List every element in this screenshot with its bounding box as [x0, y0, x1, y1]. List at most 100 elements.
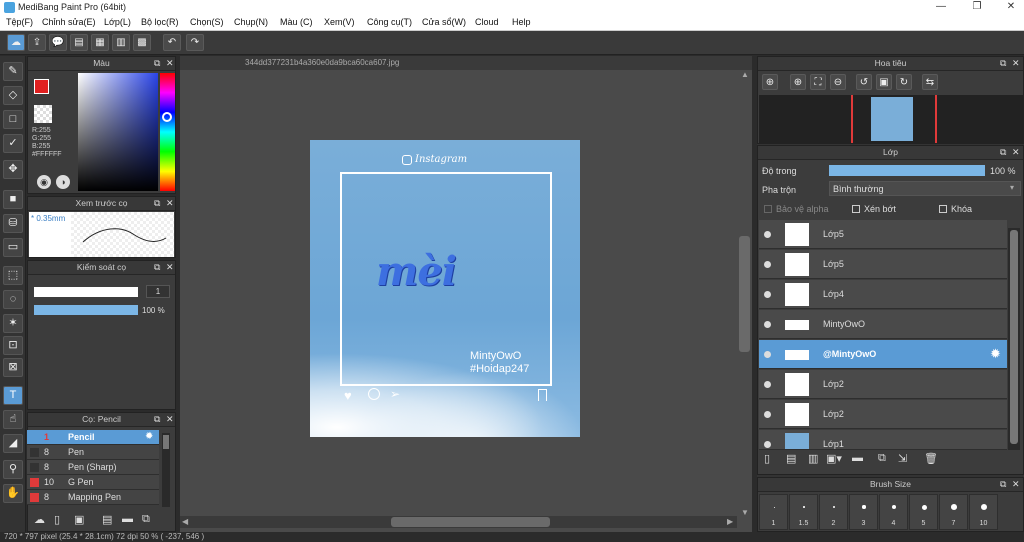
text-tool-icon[interactable]: T	[3, 386, 23, 405]
hue-handle[interactable]	[162, 112, 172, 122]
material-icon[interactable]: ▤	[70, 34, 88, 51]
panel-float-icon[interactable]: ⧉	[154, 198, 160, 209]
panel-float-icon[interactable]: ⧉	[154, 414, 160, 425]
eye-icon[interactable]	[764, 351, 771, 358]
brush-size-cell[interactable]: 5	[909, 494, 938, 530]
new-8bit-layer-icon[interactable]: ▥	[808, 452, 818, 465]
brush-cloud-icon[interactable]: ☁	[34, 513, 45, 526]
menu-edit[interactable]: Chỉnh sửa(E)	[42, 17, 96, 27]
zoom-in-alt-icon[interactable]: ⊕	[790, 74, 806, 90]
eye-icon[interactable]	[764, 291, 771, 298]
eye-icon[interactable]	[764, 441, 771, 448]
panel-close-icon[interactable]: ✕	[1012, 479, 1020, 490]
panel-close-icon[interactable]: ✕	[1012, 147, 1020, 158]
blend-mode-select[interactable]: Bình thường ▾	[829, 181, 1021, 196]
clipping-checkbox[interactable]	[852, 205, 860, 213]
new-brush-icon[interactable]: ▯	[54, 513, 60, 526]
eyedropper-tool-icon[interactable]: ⚲	[3, 460, 23, 479]
menu-select[interactable]: Chọn(S)	[190, 17, 224, 27]
layer-opacity-slider[interactable]	[829, 165, 985, 176]
gear-icon[interactable]: ✹	[990, 346, 1001, 362]
redo-icon[interactable]: ↷	[186, 34, 204, 51]
minimize-button[interactable]: —	[930, 1, 952, 14]
brush-size-input[interactable]: 1	[146, 285, 170, 298]
vertical-scrollbar-thumb[interactable]	[739, 236, 750, 352]
merge-layer-icon[interactable]: ⇲	[898, 452, 907, 465]
brush-size-cell[interactable]: 3	[849, 494, 878, 530]
select-eraser-tool-icon[interactable]: ⊠	[3, 358, 23, 377]
undo-icon[interactable]: ↶	[163, 34, 181, 51]
brush-item[interactable]: 8 Pen	[27, 445, 159, 460]
brush-item[interactable]: 10 G Pen	[27, 475, 159, 490]
menu-help[interactable]: Help	[512, 17, 531, 27]
rotate-left-icon[interactable]: ↺	[856, 74, 872, 90]
brush-item[interactable]: 8 Pen (Sharp)	[27, 460, 159, 475]
scroll-down-arrow[interactable]: ▼	[741, 508, 749, 517]
panel-close-icon[interactable]: ✕	[166, 198, 174, 209]
protect-alpha-checkbox[interactable]	[764, 205, 772, 213]
transparent-color-swatch[interactable]	[34, 105, 52, 123]
gear-icon[interactable]: ✹	[145, 431, 153, 442]
eye-icon[interactable]	[764, 321, 771, 328]
palette-icon[interactable]: ◉	[37, 175, 51, 189]
close-button[interactable]: ✕	[1000, 1, 1022, 14]
horizontal-scrollbar[interactable]: ◀ ▶	[180, 516, 737, 528]
menu-file[interactable]: Tệp(F)	[6, 17, 33, 27]
select-rect-tool-icon[interactable]: ⬚	[3, 266, 23, 285]
brush-opacity-slider[interactable]	[34, 305, 138, 315]
brush-size-cell[interactable]: 7	[939, 494, 968, 530]
layer-scrollbar[interactable]	[1008, 228, 1020, 450]
panel-layout-icon[interactable]: ▥	[112, 34, 130, 51]
panel-float-icon[interactable]: ⧉	[154, 262, 160, 273]
hue-slider[interactable]	[160, 73, 175, 191]
magic-wand-tool-icon[interactable]: ✶	[3, 314, 23, 333]
fit-icon[interactable]: ⛶	[810, 74, 826, 90]
layer-row[interactable]: MintyOwO	[759, 310, 1007, 339]
eye-icon[interactable]	[764, 411, 771, 418]
layer-folder-icon[interactable]: ▬	[852, 452, 863, 464]
gradient-tool-icon[interactable]: ▭	[3, 238, 23, 257]
flip-icon[interactable]: ⇆	[922, 74, 938, 90]
fit-window-icon[interactable]: ▣	[876, 74, 892, 90]
lasso-tool-icon[interactable]: ◌	[3, 290, 23, 309]
comment-icon[interactable]: 💬	[49, 34, 67, 51]
dot-tool-icon[interactable]: ✓	[3, 134, 23, 153]
add-brush-icon[interactable]: ▣	[74, 513, 84, 526]
menu-cloud[interactable]: Cloud	[475, 17, 499, 27]
hand-tool-icon[interactable]: ✋	[3, 484, 23, 503]
document-tab[interactable]: 344dd377231b4a360e0da9bca60ca607.jpg	[180, 56, 752, 70]
panel-close-icon[interactable]: ✕	[166, 58, 174, 69]
saturation-value-picker[interactable]	[78, 73, 158, 191]
eye-icon[interactable]	[764, 231, 771, 238]
zoom-out-icon[interactable]: ⊖	[830, 74, 846, 90]
brush-item[interactable]: 1 Pencil ✹	[27, 430, 159, 445]
bucket-tool-icon[interactable]: ⛁	[3, 214, 23, 233]
eraser-tool-icon[interactable]: ◇	[3, 86, 23, 105]
brush-tool-icon[interactable]: ✎	[3, 62, 23, 81]
brush-size-cell[interactable]: 4	[879, 494, 908, 530]
duplicate-layer-icon[interactable]: ⧉	[878, 452, 886, 465]
panel-float-icon[interactable]: ⧉	[1000, 58, 1006, 69]
divide-tool-icon[interactable]: ◢	[3, 434, 23, 453]
brush-size-cell[interactable]: 1.5	[789, 494, 818, 530]
cloud-icon[interactable]: ☁	[7, 34, 25, 51]
operation-tool-icon[interactable]: ☝	[3, 410, 23, 429]
rotate-right-icon[interactable]: ↻	[896, 74, 912, 90]
panel-close-icon[interactable]: ✕	[166, 414, 174, 425]
maximize-button[interactable]: ❐	[966, 1, 988, 14]
move-tool-icon[interactable]: ✥	[3, 160, 23, 179]
brush-size-cell[interactable]: 2	[819, 494, 848, 530]
layer-row[interactable]: Lớp1	[759, 430, 1007, 450]
fill-rect-tool-icon[interactable]: ■	[3, 190, 23, 209]
layer-row[interactable]: Lớp5	[759, 250, 1007, 279]
color-swap-icon[interactable]: ◑	[56, 175, 70, 189]
eye-icon[interactable]	[764, 261, 771, 268]
edit-brush-icon[interactable]: ▤	[102, 513, 112, 526]
foreground-color-swatch[interactable]	[34, 79, 49, 94]
share-icon[interactable]: ⇪	[28, 34, 46, 51]
layer-row[interactable]: Lớp2	[759, 370, 1007, 399]
brush-item[interactable]: 8 Mapping Pen	[27, 490, 159, 505]
brush-folder-icon[interactable]: ▬	[122, 513, 133, 525]
grid-icon[interactable]: ▩	[133, 34, 151, 51]
layer-row[interactable]: Lớp5	[759, 220, 1007, 249]
